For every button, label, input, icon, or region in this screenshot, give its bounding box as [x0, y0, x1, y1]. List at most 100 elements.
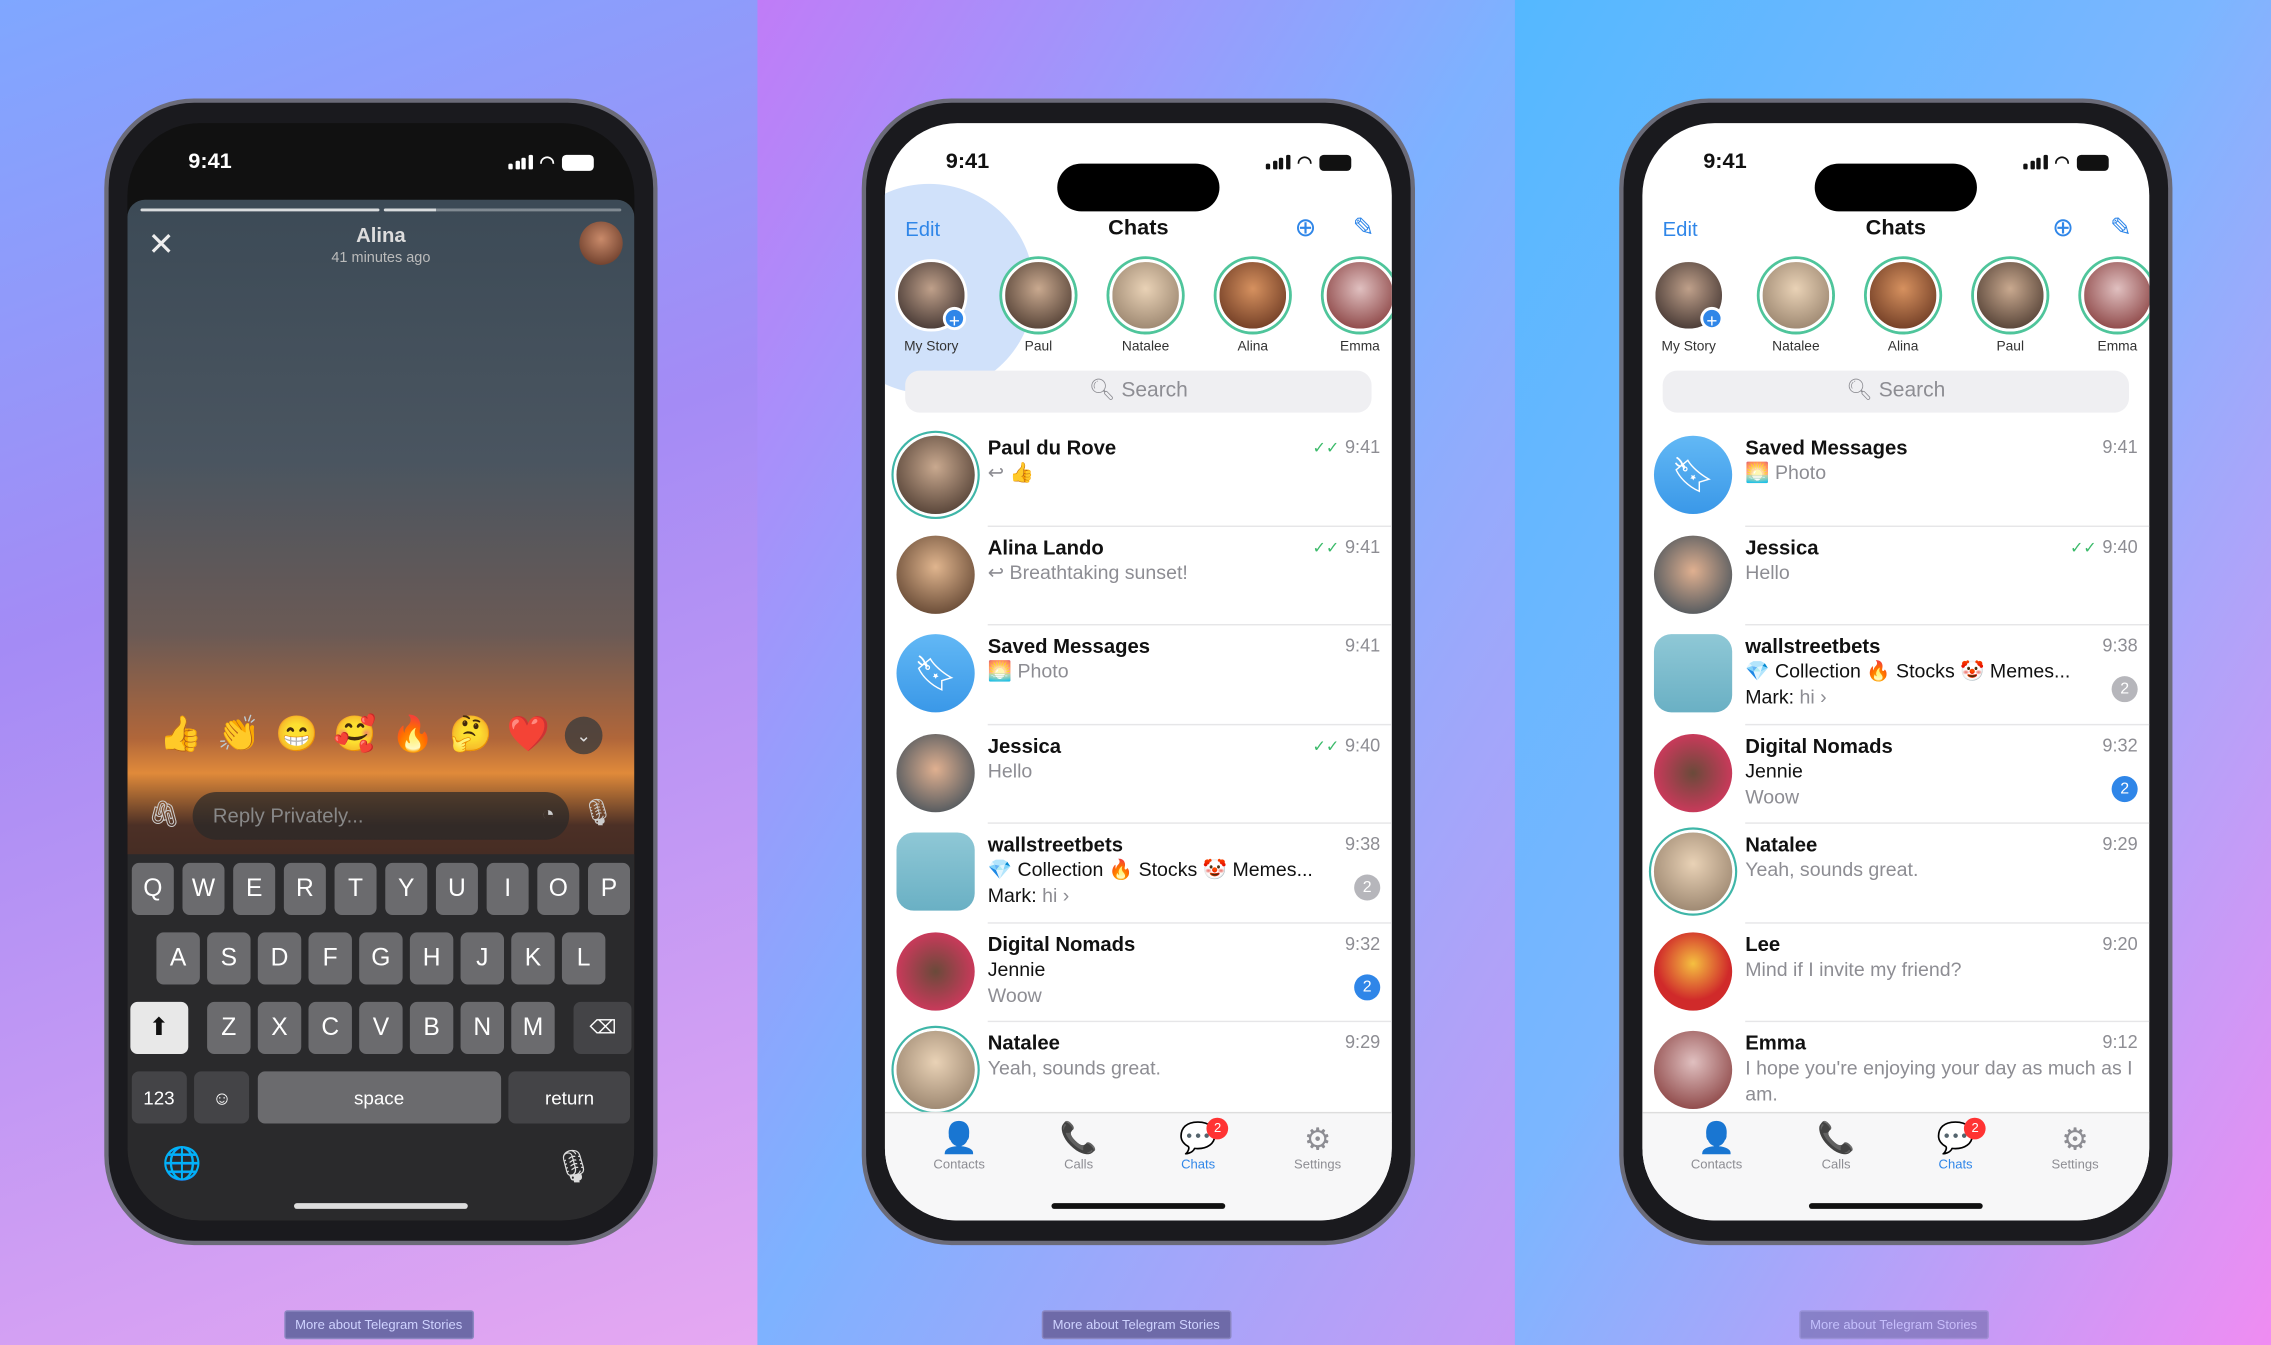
more-about-stories-link[interactable]: More about Telegram Stories	[1798, 1310, 1989, 1340]
chevron-down-icon[interactable]: ⌄	[564, 715, 603, 754]
chat-name: Lee	[1745, 931, 1781, 955]
chat-row[interactable]: Natalee 9:29 Yeah, sounds great.	[885, 1022, 1392, 1121]
story-item[interactable]: Natalee	[1108, 259, 1183, 355]
key[interactable]: J	[460, 932, 504, 985]
key[interactable]: K	[511, 932, 555, 985]
more-about-stories-link[interactable]: More about Telegram Stories	[283, 1310, 474, 1340]
compose-icon[interactable]: ✎	[2110, 213, 2132, 243]
chat-row[interactable]: wallstreetbets 9:38 💎 Collection 🔥 Stock…	[1642, 625, 2150, 724]
key[interactable]: N	[460, 1001, 504, 1054]
avatar	[1109, 259, 1182, 332]
chat-row[interactable]: Jessica ✓✓ 9:40 Hello	[885, 725, 1392, 824]
key[interactable]: H	[410, 932, 453, 985]
search-input[interactable]: 🔍︎ Search	[905, 370, 1372, 413]
key[interactable]: Z	[207, 1001, 251, 1054]
tab-contacts[interactable]: 👤 Contacts	[1673, 1113, 1760, 1220]
shift-key[interactable]: ⬆	[129, 1001, 188, 1054]
tab-label: Calls	[1064, 1156, 1094, 1172]
reply-input[interactable]: Reply Privately... ◔	[192, 791, 570, 840]
story-item[interactable]: + My Story	[1651, 259, 1726, 355]
timer-icon[interactable]: ◔	[542, 802, 555, 827]
unread-badge: 2	[2111, 676, 2138, 703]
reaction-button[interactable]: 🔥	[391, 714, 434, 756]
chat-row[interactable]: Emma 9:12 I hope you're enjoying your da…	[1642, 1022, 2150, 1121]
key[interactable]: Q	[131, 862, 175, 916]
more-about-stories-link[interactable]: More about Telegram Stories	[1041, 1310, 1232, 1340]
key[interactable]: W	[182, 862, 225, 916]
globe-icon[interactable]: 🌐	[162, 1145, 202, 1183]
key[interactable]: V	[359, 1001, 403, 1054]
tab-contacts[interactable]: 👤 Contacts	[916, 1113, 1003, 1220]
chat-preview: ↩ Breathtaking sunset!	[987, 561, 1188, 583]
chat-row[interactable]: Digital Nomads 9:32 Jennie Woow 2	[885, 923, 1392, 1022]
key[interactable]: S	[207, 932, 251, 985]
key[interactable]: E	[232, 862, 276, 916]
story-label: Emma	[2097, 338, 2138, 355]
key[interactable]: R	[283, 862, 327, 916]
search-icon: 🔍︎	[1088, 379, 1122, 403]
numbers-key[interactable]: 123	[131, 1071, 187, 1124]
avatar	[1866, 259, 1940, 332]
reaction-button[interactable]: 👍	[159, 714, 202, 756]
key[interactable]: A	[156, 932, 200, 985]
key[interactable]: U	[435, 862, 479, 916]
chat-row[interactable]: Paul du Rove ✓✓ 9:41 ↩ 👍	[885, 427, 1392, 526]
avatar	[1653, 733, 1733, 812]
reaction-button[interactable]: 🤔	[449, 714, 492, 756]
chat-row[interactable]: Jessica ✓✓ 9:40 Hello	[1642, 526, 2150, 625]
story-item[interactable]: Natalee	[1758, 259, 1833, 355]
avatar[interactable]	[579, 221, 623, 265]
story-item[interactable]: Emma	[1322, 259, 1392, 355]
chat-preview-2: Mark: hi ›	[987, 884, 1070, 907]
double-check-icon: ✓✓	[1312, 539, 1340, 557]
key[interactable]: I	[486, 862, 529, 916]
key[interactable]: Y	[384, 862, 428, 916]
key[interactable]: C	[308, 1001, 352, 1054]
key[interactable]: T	[334, 862, 377, 916]
search-input[interactable]: 🔍︎ Search	[1662, 370, 2130, 413]
tab-label: Settings	[1294, 1156, 1342, 1172]
key[interactable]: G	[359, 932, 403, 985]
key[interactable]: B	[410, 1001, 453, 1054]
chat-row[interactable]: Digital Nomads 9:32 Jennie Woow 2	[1642, 725, 2150, 824]
microphone-icon[interactable]: 🎙	[581, 798, 614, 828]
story-item[interactable]: Paul	[1973, 259, 2048, 355]
backspace-key[interactable]: ⌫	[573, 1001, 632, 1054]
chat-row[interactable]: wallstreetbets 9:38 💎 Collection 🔥 Stock…	[885, 824, 1392, 923]
key[interactable]: M	[511, 1001, 555, 1054]
chat-row[interactable]: 🔖︎ Saved Messages 9:41 🌅 Photo	[885, 625, 1392, 724]
chat-row[interactable]: 🔖︎ Saved Messages 9:41 🌅 Photo	[1642, 427, 2150, 526]
key[interactable]: P	[587, 862, 631, 916]
avatar	[1653, 534, 1733, 614]
story-item[interactable]: Alina	[1215, 259, 1290, 355]
reaction-button[interactable]: 👏	[217, 714, 260, 756]
story-item[interactable]: Paul	[1001, 259, 1076, 355]
tab-settings[interactable]: ⚙ Settings	[1274, 1113, 1361, 1220]
space-key[interactable]: space	[257, 1071, 501, 1124]
compose-icon[interactable]: ✎	[1353, 213, 1375, 243]
key[interactable]: O	[536, 862, 580, 916]
add-story-icon[interactable]: ⊕	[2052, 213, 2074, 243]
tab-settings[interactable]: ⚙ Settings	[2032, 1113, 2119, 1220]
reaction-button[interactable]: 😁	[275, 714, 318, 756]
story-item[interactable]: Alina	[1865, 259, 1940, 355]
story-item[interactable]: Emma	[2080, 259, 2150, 355]
story-item[interactable]: + My Story	[894, 259, 969, 355]
reaction-button[interactable]: 🥰	[333, 714, 376, 756]
story-screen: 9:41 ◠ ✕ Alina 41 minutes ago 👍 👏 😁 🥰 🔥 🤔 ❤️ ⌄ …	[127, 123, 635, 1221]
chat-row[interactable]: Alina Lando ✓✓ 9:41 ↩ Breathtaking sunset…	[885, 526, 1392, 625]
dictation-icon[interactable]: 🎙	[553, 1148, 593, 1186]
key[interactable]: F	[308, 932, 352, 985]
add-story-icon[interactable]: ⊕	[1295, 213, 1317, 243]
paperclip-icon[interactable]: 🖇	[148, 799, 181, 829]
return-key[interactable]: return	[508, 1071, 631, 1124]
emoji-key[interactable]: ☺	[194, 1071, 250, 1124]
chat-row[interactable]: Natalee 9:29 Yeah, sounds great.	[1642, 824, 2150, 923]
chat-preview: Yeah, sounds great.	[987, 1056, 1161, 1079]
header: Edit Chats ⊕ ✎	[885, 213, 1392, 245]
chat-row[interactable]: Lee 9:20 Mind if I invite my friend?	[1642, 923, 2150, 1022]
key[interactable]: X	[258, 1001, 301, 1054]
reaction-button[interactable]: ❤️	[507, 714, 550, 756]
key[interactable]: L	[562, 932, 606, 985]
key[interactable]: D	[258, 932, 301, 985]
